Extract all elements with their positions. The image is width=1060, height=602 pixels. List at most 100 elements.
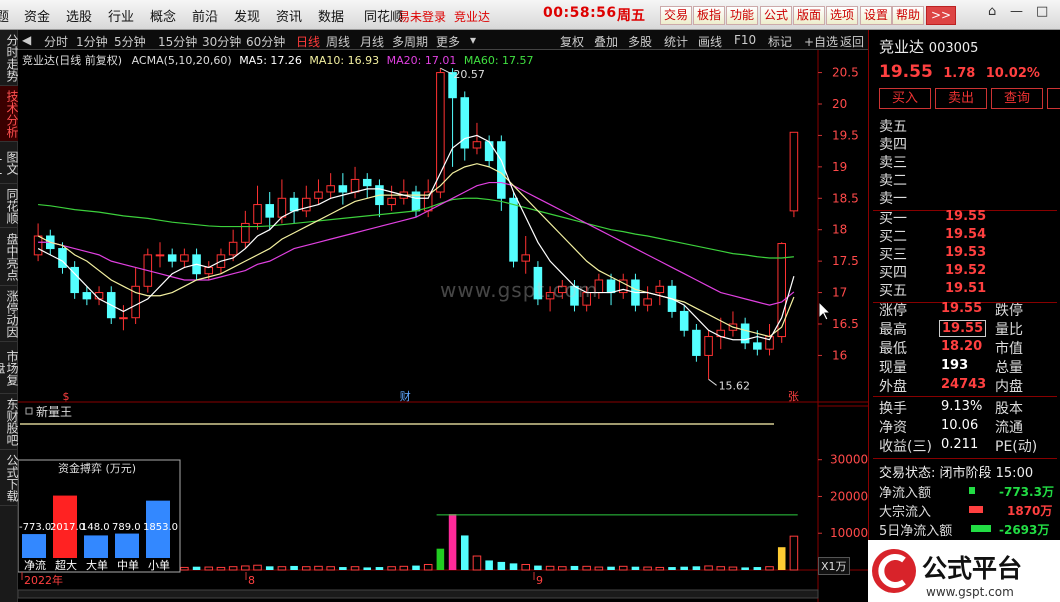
period-9[interactable]: 多周期: [392, 33, 428, 50]
menu-item-4[interactable]: 概念: [150, 6, 176, 25]
toolbar-button-7[interactable]: 帮助: [892, 6, 925, 25]
stat2-label-2: 收益(三): [879, 439, 932, 455]
volume-bar: [509, 563, 518, 570]
chart-tool-5[interactable]: F10: [734, 33, 756, 47]
bid-price-4: 19.51: [945, 281, 987, 296]
period-6[interactable]: 日线: [296, 33, 320, 50]
stat-value-1: 19.55: [939, 320, 987, 337]
toolbar-button-0[interactable]: 交易: [660, 6, 693, 25]
volume-bar: [777, 547, 786, 570]
left-tab-1[interactable]: 技术分析: [0, 86, 19, 142]
period-4[interactable]: 30分钟: [202, 33, 241, 50]
indicator-name[interactable]: ACMA(5,10,20,60): [132, 54, 232, 67]
left-tab-5[interactable]: 涨停动因: [0, 286, 19, 342]
left-tab-3[interactable]: 同花顺: [0, 184, 19, 228]
candle-body: [789, 131, 799, 212]
bid-price-2: 19.53: [945, 245, 987, 260]
menu-item-1[interactable]: 资金: [24, 6, 50, 25]
ma5-line: [37, 134, 795, 341]
left-tab-7[interactable]: 东财股吧: [0, 394, 19, 450]
left-tab-4[interactable]: 盘中亮点: [0, 228, 19, 286]
toolbar-button-3[interactable]: 公式: [760, 6, 793, 25]
menu-item-8[interactable]: 数据: [318, 6, 344, 25]
period-bar: ◀ 分时 1分钟 5分钟 15分钟 30分钟 60分钟 日线 周线 月线 多周期 更多 ▾ 复权 叠加 多股…: [18, 30, 868, 50]
sub-indicator-name[interactable]: 新量王: [36, 404, 72, 419]
more-arrow-icon[interactable]: ▾: [470, 33, 476, 47]
menu-item-6[interactable]: 发现: [234, 6, 260, 25]
marker-dollar[interactable]: $: [62, 390, 69, 403]
chart-tool-6[interactable]: 标记: [768, 33, 792, 50]
tray-icon[interactable]: ⌂: [988, 4, 996, 19]
money-bar: [22, 534, 46, 558]
ask-label-4: 卖一: [879, 191, 907, 207]
menu-item-3[interactable]: 行业: [108, 6, 134, 25]
marker-limit-up[interactable]: 张: [788, 390, 799, 403]
left-tab-0[interactable]: 分时走势: [0, 30, 19, 86]
sell-button[interactable]: 卖出: [935, 88, 987, 109]
candle-body: [119, 317, 128, 320]
extra-button[interactable]: [1047, 88, 1060, 109]
more-menu-button[interactable]: >>: [926, 6, 956, 25]
menu-item-2[interactable]: 选股: [66, 6, 92, 25]
toolbar-button-5[interactable]: 选项: [826, 6, 859, 25]
candle-body: [82, 292, 92, 300]
chart-tool-3[interactable]: 统计: [664, 33, 688, 50]
left-tab-6[interactable]: 市场复盘: [0, 342, 19, 394]
candle-body: [326, 185, 335, 193]
chart-tool-7[interactable]: +自选: [804, 33, 838, 50]
price-tick-label: 19.5: [832, 128, 859, 142]
period-7[interactable]: 周线: [326, 33, 350, 50]
sub-indicator-icon[interactable]: [25, 407, 33, 415]
candle-body: [753, 342, 762, 350]
menu-item-5[interactable]: 前沿: [192, 6, 218, 25]
maximize-button[interactable]: □: [1036, 4, 1048, 19]
period-5[interactable]: 60分钟: [246, 33, 285, 50]
toolbar-button-1[interactable]: 板指: [693, 6, 726, 25]
money-label: 净流: [24, 558, 46, 572]
price-tick-label: 18: [832, 223, 847, 237]
collapse-icon[interactable]: ◀: [22, 33, 31, 47]
chart-tool-2[interactable]: 多股: [628, 33, 652, 50]
left-tab-8[interactable]: 公式下载: [0, 450, 19, 506]
low-pointer: [708, 378, 717, 386]
volume-bar: [570, 565, 579, 570]
query-button[interactable]: 查询: [991, 88, 1043, 109]
flow-value-0: -773.3万: [999, 485, 1054, 499]
buy-button[interactable]: 买入: [879, 88, 931, 109]
chart-tool-0[interactable]: 复权: [560, 33, 584, 50]
period-10[interactable]: 更多: [436, 33, 460, 50]
volume-bar: [472, 555, 482, 571]
candle-body: [289, 197, 299, 212]
stat-value-3: 193: [941, 358, 969, 373]
period-1[interactable]: 1分钟: [76, 33, 108, 50]
left-tab-2[interactable]: 图文11: [0, 142, 19, 184]
period-3[interactable]: 15分钟: [158, 33, 197, 50]
period-8[interactable]: 月线: [360, 33, 384, 50]
stat2-value-1: 10.06: [941, 418, 979, 433]
stat-right-1: 量比: [995, 322, 1023, 338]
menu-item-7[interactable]: 资讯: [276, 6, 302, 25]
toolbar-button-2[interactable]: 功能: [726, 6, 759, 25]
minimize-button[interactable]: —: [1010, 4, 1023, 19]
bid-price-3: 19.52: [945, 263, 987, 278]
price-tick-label: 20: [832, 97, 847, 111]
volume-unit-label: X1万: [818, 557, 850, 575]
candle-body: [204, 266, 214, 275]
ask-label-3: 卖二: [879, 173, 907, 189]
volume-bar: [265, 566, 274, 570]
toolbar-button-6[interactable]: 设置: [860, 6, 893, 25]
chart-tool-1[interactable]: 叠加: [594, 33, 618, 50]
chart-tool-8[interactable]: 返回: [840, 33, 864, 50]
candle-body: [362, 178, 372, 187]
menu-item-0[interactable]: 题: [0, 6, 9, 25]
menu-item-9[interactable]: 同花顺: [364, 6, 403, 25]
chart-area[interactable]: 20.5 20 19.5 19 18.5 18 17.5 17 16.5 16 30000 20000…: [18, 50, 868, 602]
chart-tool-4[interactable]: 画线: [698, 33, 722, 50]
period-0[interactable]: 分时: [44, 33, 68, 50]
toolbar-button-4[interactable]: 版面: [793, 6, 826, 25]
volume-tick-label: 20000: [830, 489, 868, 503]
marker-finance[interactable]: 财: [400, 389, 411, 403]
chart-scrollbar[interactable]: [18, 589, 819, 599]
period-2[interactable]: 5分钟: [114, 33, 146, 50]
login-status[interactable]: 易未登录 竞业达: [398, 8, 490, 25]
